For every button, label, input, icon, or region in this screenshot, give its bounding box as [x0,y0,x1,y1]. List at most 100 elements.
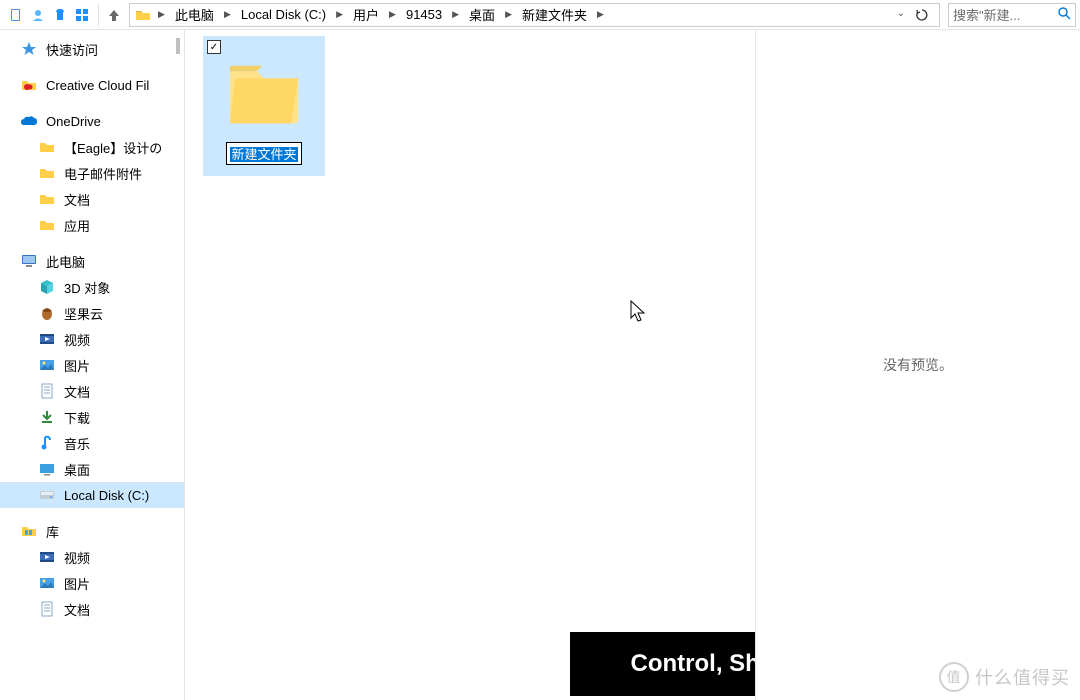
music-icon [38,434,56,452]
sidebar-item-label: 文档 [64,382,90,401]
scrollbar[interactable] [174,34,182,64]
content-pane[interactable]: ✓ 新建文件夹 Control, Shift + n [185,30,755,700]
breadcrumb-item[interactable]: Local Disk (C:) [237,4,330,26]
sidebar-libraries-child[interactable]: 视频 [0,544,184,570]
chevron-right-icon[interactable]: ▶ [220,9,235,20]
breadcrumb-item[interactable]: 此电脑 [171,4,218,26]
sidebar-thispc-child[interactable]: 文档 [0,378,184,404]
breadcrumb-label: 91453 [406,7,442,22]
chevron-right-icon[interactable]: ▶ [593,9,608,20]
nav-sidebar: 快速访问 Creative Cloud Fil OneDrive 【Eagle】… [0,30,185,700]
folder-item[interactable]: ✓ 新建文件夹 [203,36,325,176]
chevron-down-icon[interactable]: ⌄ [893,8,909,19]
libraries-icon [20,522,38,540]
sidebar-item-label: 视频 [64,548,90,567]
folder-icon [38,138,56,156]
sidebar-thispc-child[interactable]: 图片 [0,352,184,378]
chevron-right-icon[interactable]: ▶ [501,9,516,20]
shirt-icon[interactable] [52,7,68,23]
sidebar-thispc-child[interactable]: 下载 [0,404,184,430]
sidebar-libraries[interactable]: 库 [0,518,184,544]
hotkey-overlay: Control, Shift + n [570,632,755,696]
sidebar-item-label: 此电脑 [46,252,85,271]
rename-input[interactable]: 新建文件夹 [226,142,301,165]
grid-icon[interactable] [74,7,90,23]
onedrive-icon [20,112,38,130]
sidebar-quick-access[interactable]: 快速访问 [0,36,184,62]
pictures-lib-icon [38,574,56,592]
sidebar-item-label: 电子邮件附件 [64,164,142,183]
folder-icon [38,164,56,182]
sidebar-libraries-child[interactable]: 图片 [0,570,184,596]
desktop-icon [38,460,56,478]
folder-icon [38,216,56,234]
cursor-icon [630,300,648,327]
chevron-right-icon[interactable]: ▶ [332,9,347,20]
main-area: 快速访问 Creative Cloud Fil OneDrive 【Eagle】… [0,30,1080,700]
sidebar-thispc-child[interactable]: 音乐 [0,430,184,456]
up-button[interactable] [103,4,125,26]
preview-empty-text: 没有预览。 [883,355,953,375]
person-icon[interactable] [30,7,46,23]
search-icon [1058,7,1071,23]
sidebar-item-label: 快速访问 [46,40,98,59]
downloads-icon [38,408,56,426]
sidebar-item-label: Creative Cloud Fil [46,78,149,93]
breadcrumb[interactable]: ▶ 此电脑 ▶ Local Disk (C:) ▶ 用户 ▶ 91453 ▶ 桌… [129,3,940,27]
folder-icon [134,6,152,24]
new-file-icon[interactable] [8,7,24,23]
creative-cloud-icon [20,76,38,94]
pictures-icon [38,356,56,374]
sidebar-onedrive[interactable]: OneDrive [0,108,184,134]
chevron-right-icon[interactable]: ▶ [385,9,400,20]
hotkey-text: Control, Shift + n [631,650,756,678]
sidebar-onedrive-child[interactable]: 【Eagle】设计の [0,134,184,160]
quick-access-toolbar [4,7,94,23]
search-placeholder: 搜索"新建... [953,5,1020,24]
breadcrumb-label: 用户 [353,5,379,24]
sidebar-item-label: 图片 [64,574,90,593]
watermark: 值 什么值得买 [939,662,1070,692]
breadcrumb-label: 此电脑 [175,5,214,24]
sidebar-thispc-child[interactable]: 坚果云 [0,300,184,326]
breadcrumb-item[interactable]: 桌面 [465,4,499,26]
sidebar-thispc-child[interactable]: 桌面 [0,456,184,482]
sidebar-item-label: 文档 [64,190,90,209]
star-icon [20,40,38,58]
sidebar-item-label: 图片 [64,356,90,375]
cube-icon [38,278,56,296]
sidebar-onedrive-child[interactable]: 应用 [0,212,184,238]
item-checkbox[interactable]: ✓ [207,40,221,54]
preview-pane: 没有预览。 值 什么值得买 [755,30,1080,700]
sidebar-this-pc[interactable]: 此电脑 [0,248,184,274]
sidebar-thispc-child[interactable]: 视频 [0,326,184,352]
sidebar-item-label: 应用 [64,216,90,235]
refresh-icon[interactable] [911,4,933,26]
this-pc-icon [20,252,38,270]
sidebar-thispc-child[interactable]: Local Disk (C:) [0,482,184,508]
chevron-right-icon[interactable]: ▶ [448,9,463,20]
breadcrumb-item[interactable]: 新建文件夹 [518,4,591,26]
docs-lib-icon [38,600,56,618]
sidebar-onedrive-child[interactable]: 电子邮件附件 [0,160,184,186]
watermark-text: 什么值得买 [975,664,1070,690]
breadcrumb-label: 桌面 [469,5,495,24]
video-icon [38,330,56,348]
sidebar-item-label: 音乐 [64,434,90,453]
sidebar-onedrive-child[interactable]: 文档 [0,186,184,212]
folder-icon [38,190,56,208]
sidebar-thispc-child[interactable]: 3D 对象 [0,274,184,300]
breadcrumb-item[interactable]: 用户 [349,4,383,26]
chevron-right-icon[interactable]: ▶ [154,9,169,20]
sidebar-item-label: OneDrive [46,114,101,129]
sidebar-item-label: 桌面 [64,460,90,479]
sidebar-item-label: Local Disk (C:) [64,488,149,503]
sidebar-item-label: 视频 [64,330,90,349]
breadcrumb-item[interactable]: 91453 [402,4,446,26]
sidebar-creative-cloud[interactable]: Creative Cloud Fil [0,72,184,98]
sidebar-item-label: 文档 [64,600,90,619]
sidebar-libraries-child[interactable]: 文档 [0,596,184,622]
search-input[interactable]: 搜索"新建... [948,3,1076,27]
sidebar-item-label: 库 [46,522,59,541]
toolbar: ▶ 此电脑 ▶ Local Disk (C:) ▶ 用户 ▶ 91453 ▶ 桌… [0,0,1080,30]
